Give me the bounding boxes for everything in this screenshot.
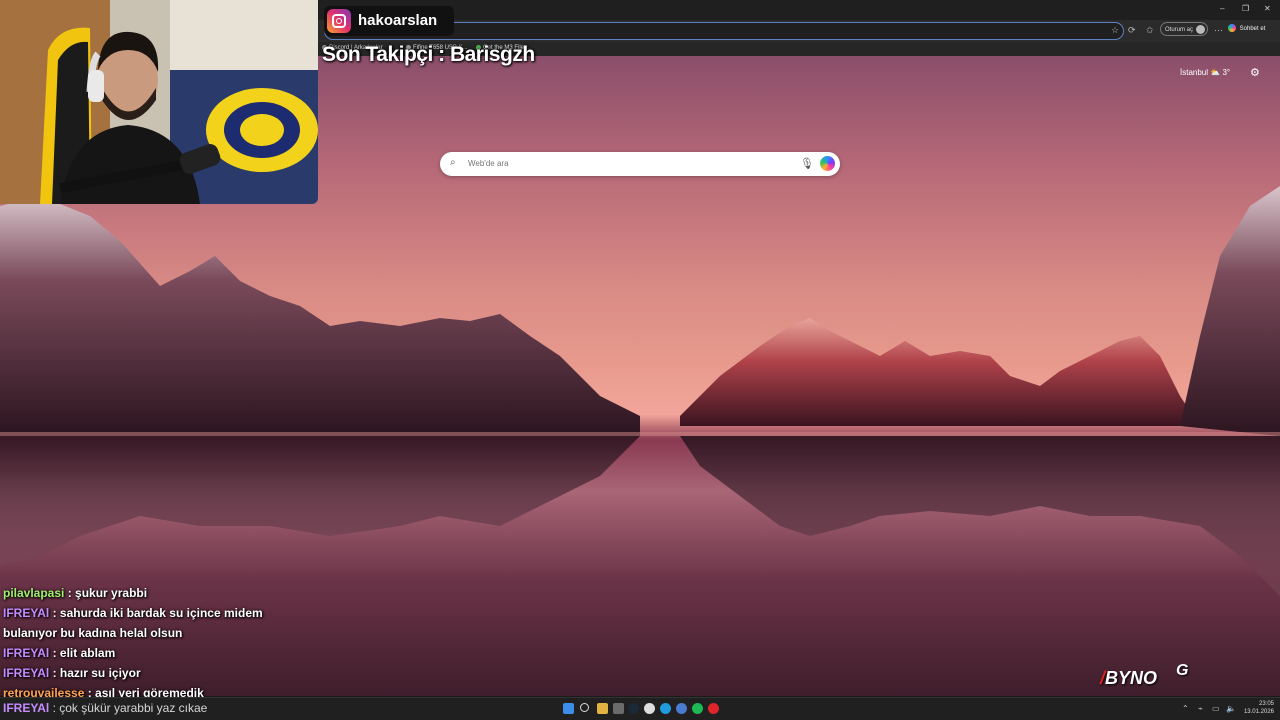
chat-username: IFREYAl [3,701,50,715]
chat-message: IFREYAl : hazır su içiyor [3,663,313,683]
signin-button[interactable]: Oturum aç [1160,22,1208,36]
chrome-icon[interactable] [676,703,687,714]
chat-text: : elit ablam [49,646,116,660]
copilot-icon [1228,24,1236,33]
chat-username: IFREYAl [3,666,50,680]
webcam-feed-image [0,0,318,204]
favorites-icon[interactable]: ✩ [1146,24,1154,36]
avatar [1196,25,1205,34]
web-search-box[interactable]: ⌕ Web'de ara 🎙 [440,152,840,176]
network-icon[interactable]: ⌁ [1198,704,1203,713]
chat-label: Sohbet et [1239,26,1266,32]
chat-text: : hazır su içiyor [49,666,141,680]
weather-temperature: 3° [1222,68,1231,77]
logo-badge: G [1176,662,1189,679]
windows-start-icon[interactable] [563,703,574,714]
more-options-icon[interactable]: ⋯ [1214,24,1223,36]
browser-titlebar: – ❐ ✕ [318,0,1280,20]
app-icon[interactable] [644,703,655,714]
instagram-icon [327,9,351,33]
cloud-sun-icon: ⛅ [1210,68,1223,77]
clock-date: 13.01.2026 [1243,709,1274,715]
last-follower-banner: Son Takipçi : Barisgzh [322,43,535,66]
clock-time: 23:05 [1258,701,1274,707]
taskbar-clock[interactable]: 23:05 13.01.2026 [1240,700,1274,716]
copilot-chat-button[interactable]: Sohbet et [1228,22,1274,36]
chat-message: IFREYAl : elit ablam [3,643,313,663]
search-icon: ⌕ [450,157,456,168]
file-explorer-icon[interactable] [597,703,608,714]
tray-chevron-icon[interactable]: ⌃ [1182,704,1189,713]
star-favorite-icon[interactable]: ☆ [1111,24,1119,36]
chat-username: IFREYAl [3,646,50,660]
browser-toolbar: ☆ ⟳ ✩ Oturum aç ⋯ Sohbet et [318,20,1280,42]
close-button[interactable]: ✕ [1264,4,1271,13]
steam-icon[interactable] [628,703,639,714]
signin-label: Oturum aç [1165,27,1194,33]
volume-icon[interactable]: 🔈 [1226,704,1236,713]
logo-text: BYNO [1105,668,1158,688]
minimize-button[interactable]: – [1220,4,1224,13]
chat-text: : çok şükür yarabbi yaz cıkae [52,701,208,715]
chat-message: pilavlapasi : şukur yrabbi [3,583,313,603]
chat-message: IFREYAl : sahurda iki bardak su içince m… [3,603,313,643]
search-icon[interactable] [580,703,589,712]
weather-widget[interactable]: İstanbul ⛅ 3° [1180,68,1230,77]
stream-chat-overlay: pilavlapasi : şukur yrabbi IFREYAl : sah… [3,583,313,703]
settings-gear-icon[interactable]: ⚙ [1250,66,1260,79]
chat-username: IFREYAl [3,606,50,620]
edge-icon[interactable] [660,703,671,714]
browser-icon[interactable] [613,703,624,714]
instagram-handle: hakoarslan [358,12,438,29]
microphone-icon[interactable]: 🎙 [800,157,814,170]
chat-username: pilavlapasi [3,586,65,600]
byno-logo: /BYNO G [1100,662,1188,689]
weather-city: İstanbul [1180,68,1209,77]
desktop: İstanbul ⛅ 3° ⚙ ⌕ Web'de ara 🎙 – ❐ ✕ ☆ ⟳… [0,0,1280,720]
instagram-badge: hakoarslan [324,6,454,36]
spotify-icon[interactable] [692,703,703,714]
restore-button[interactable]: ❐ [1242,4,1249,13]
chat-text: : şukur yrabbi [64,586,148,600]
display-icon[interactable]: ▭ [1212,704,1220,713]
copilot-icon[interactable] [820,156,835,171]
opera-icon[interactable] [708,703,719,714]
search-placeholder[interactable]: Web'de ara [468,159,509,168]
windows-taskbar: IFREYAl : çok şükür yarabbi yaz cıkae ⌃ … [0,697,1280,720]
refresh-icon[interactable]: ⟳ [1128,24,1136,36]
webcam-overlay [0,0,318,204]
partial-chat-message: IFREYAl : çok şükür yarabbi yaz cıkae [3,701,207,715]
